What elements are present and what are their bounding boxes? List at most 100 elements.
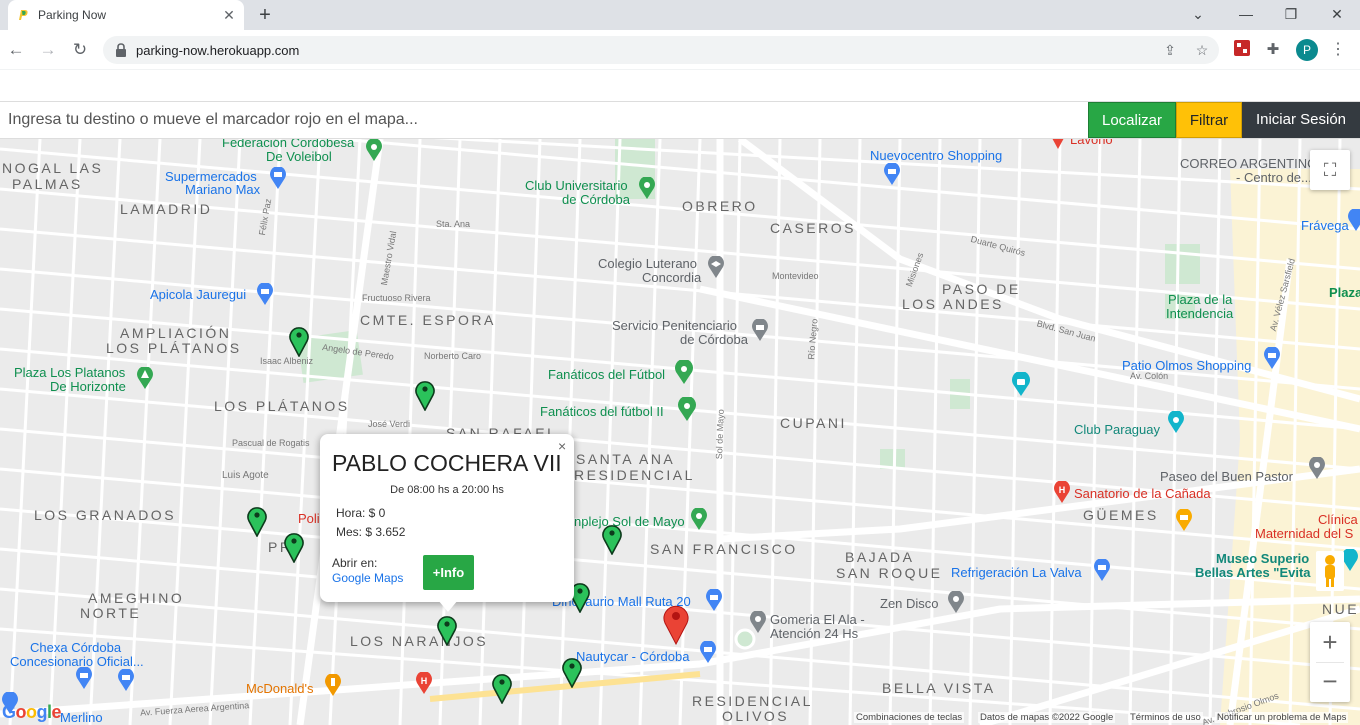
school-place-icon[interactable]: [706, 256, 726, 278]
poi-label[interactable]: Museo Superio: [1216, 552, 1309, 566]
poi-label[interactable]: Gomeria El Ala -: [770, 613, 865, 627]
poi-label[interactable]: Bellas Artes "Evita: [1195, 566, 1311, 580]
street-view-pegman-icon[interactable]: [1316, 551, 1344, 591]
hospital-icon[interactable]: H: [1052, 481, 1072, 503]
parking-marker[interactable]: [491, 672, 513, 704]
extensions-puzzle-icon[interactable]: ✚: [1263, 40, 1283, 60]
locate-button[interactable]: Localizar: [1088, 102, 1176, 138]
government-place-icon[interactable]: [750, 319, 770, 341]
poi-label[interactable]: Frávega: [1301, 219, 1349, 233]
place-pin-icon[interactable]: [1307, 457, 1327, 479]
poi-label[interactable]: McDonald's: [246, 682, 314, 696]
zoom-in-button[interactable]: +: [1310, 622, 1350, 662]
camera-place-icon[interactable]: [1010, 372, 1032, 396]
poi-label[interactable]: Plaza de la: [1168, 293, 1232, 307]
store-place-icon[interactable]: [116, 669, 136, 691]
poi-label[interactable]: Colegio Luterano: [598, 257, 697, 271]
poi-label[interactable]: De Horizonte: [50, 380, 126, 394]
poi-label[interactable]: Club Universitario: [525, 179, 628, 193]
store-place-icon[interactable]: [698, 641, 718, 663]
volleyball-place-icon[interactable]: [364, 139, 384, 161]
restaurant-place-icon[interactable]: [323, 674, 343, 696]
terms-link[interactable]: Términos de uso: [1128, 712, 1203, 723]
poi-label[interactable]: Zen Disco: [880, 597, 939, 611]
place-pin-icon[interactable]: [1050, 139, 1066, 149]
club-place-icon[interactable]: [637, 177, 657, 199]
keyboard-shortcuts-link[interactable]: Combinaciones de teclas: [854, 712, 965, 723]
parking-marker[interactable]: [246, 505, 268, 537]
shopping-cart-icon[interactable]: [268, 167, 288, 189]
shopping-bag-icon[interactable]: [1262, 347, 1282, 369]
back-icon[interactable]: ←: [5, 39, 27, 61]
profile-avatar[interactable]: P: [1296, 39, 1318, 61]
more-info-button[interactable]: +Info: [423, 555, 474, 590]
fullscreen-button[interactable]: ⛶: [1310, 150, 1350, 190]
poi-label[interactable]: Clínica: [1318, 513, 1358, 527]
soccer-place-icon[interactable]: [677, 397, 697, 421]
poi-label[interactable]: Refrigeración La Valva: [951, 566, 1082, 580]
soccer-place-icon[interactable]: [674, 360, 694, 384]
destination-search-input[interactable]: [0, 102, 1088, 138]
poi-label[interactable]: De Voleibol: [266, 150, 332, 164]
place-pin-icon[interactable]: [946, 591, 966, 613]
poi-label[interactable]: - Centro de...: [1236, 171, 1312, 185]
park-tree-icon[interactable]: [135, 367, 155, 389]
poi-label[interactable]: Fanáticos del fútbol II: [540, 405, 664, 419]
store-place-icon[interactable]: [74, 667, 94, 689]
minimize-icon[interactable]: —: [1236, 4, 1256, 24]
poi-label[interactable]: CORREO ARGENTINO: [1180, 157, 1317, 171]
music-place-icon[interactable]: [1166, 411, 1186, 433]
map[interactable]: NOGAL LAS PALMAS LAMADRID OBRERO CASEROS…: [0, 139, 1360, 725]
restore-icon[interactable]: ❐: [1281, 4, 1301, 24]
parking-marker[interactable]: [283, 531, 305, 563]
shopping-bag-icon[interactable]: [882, 163, 902, 185]
store-place-icon[interactable]: [1092, 559, 1112, 581]
place-pin-icon[interactable]: [748, 611, 768, 633]
poi-label[interactable]: Paseo del Buen Pastor: [1160, 470, 1293, 484]
poi-label[interactable]: Concordia: [642, 271, 701, 285]
poi-label[interactable]: Fanáticos del Fútbol: [548, 368, 665, 382]
poi-label[interactable]: Nautycar - Córdoba: [576, 650, 689, 664]
filter-button[interactable]: Filtrar: [1176, 102, 1242, 138]
tab-search-icon[interactable]: ⌄: [1188, 4, 1208, 24]
report-problem-link[interactable]: Notificar un problema de Maps: [1215, 712, 1349, 723]
bookmark-star-icon[interactable]: ☆: [1193, 41, 1211, 59]
poi-label[interactable]: Nuevocentro Shopping: [870, 149, 1002, 163]
browser-tab[interactable]: Parking Now ✕: [8, 0, 244, 30]
poi-label[interactable]: Maternidad del S: [1255, 527, 1353, 541]
parking-marker[interactable]: [561, 656, 583, 688]
sports-place-icon[interactable]: [689, 508, 709, 530]
poi-label[interactable]: nplejo Sol de Mayo: [574, 515, 685, 529]
parking-marker[interactable]: [601, 523, 623, 555]
poi-label[interactable]: Sanatorio de la Cañada: [1074, 487, 1211, 501]
parking-marker[interactable]: [414, 379, 436, 411]
poi-label[interactable]: Club Paraguay: [1074, 423, 1160, 437]
poi-label[interactable]: Poli: [298, 512, 320, 526]
store-place-icon[interactable]: [255, 283, 275, 305]
store-place-icon[interactable]: [704, 589, 724, 611]
window-close-icon[interactable]: ✕: [1327, 4, 1347, 24]
poi-label[interactable]: Lavono: [1070, 139, 1113, 147]
bag-place-icon[interactable]: [1174, 509, 1194, 531]
store-place-icon[interactable]: [1346, 209, 1360, 231]
poi-label[interactable]: Patio Olmos Shopping: [1122, 359, 1251, 373]
forward-icon[interactable]: →: [37, 39, 59, 61]
parking-marker[interactable]: [436, 614, 458, 646]
poi-label[interactable]: Atención 24 Hs: [770, 627, 858, 641]
hospital-icon[interactable]: H: [414, 672, 434, 694]
poi-label[interactable]: Intendencia: [1166, 307, 1233, 321]
reload-icon[interactable]: ↻: [69, 39, 91, 61]
google-maps-link[interactable]: Google Maps: [332, 571, 403, 585]
address-bar[interactable]: parking-now.herokuapp.com ⇪ ☆: [103, 36, 1219, 64]
login-button[interactable]: Iniciar Sesión: [1242, 102, 1360, 138]
poi-label[interactable]: de Córdoba: [562, 193, 630, 207]
poi-label[interactable]: Chexa Córdoba: [30, 641, 121, 655]
extension-red-icon[interactable]: [1232, 40, 1252, 60]
destination-marker[interactable]: [662, 603, 690, 645]
zoom-out-button[interactable]: −: [1310, 663, 1350, 702]
browser-menu-icon[interactable]: ⋮: [1328, 40, 1348, 60]
poi-label[interactable]: Mariano Max: [185, 183, 260, 197]
tab-close-icon[interactable]: ✕: [220, 6, 238, 24]
poi-label[interactable]: Servicio Penitenciario: [612, 319, 737, 333]
poi-label[interactable]: Apicola Jauregui: [150, 288, 246, 302]
